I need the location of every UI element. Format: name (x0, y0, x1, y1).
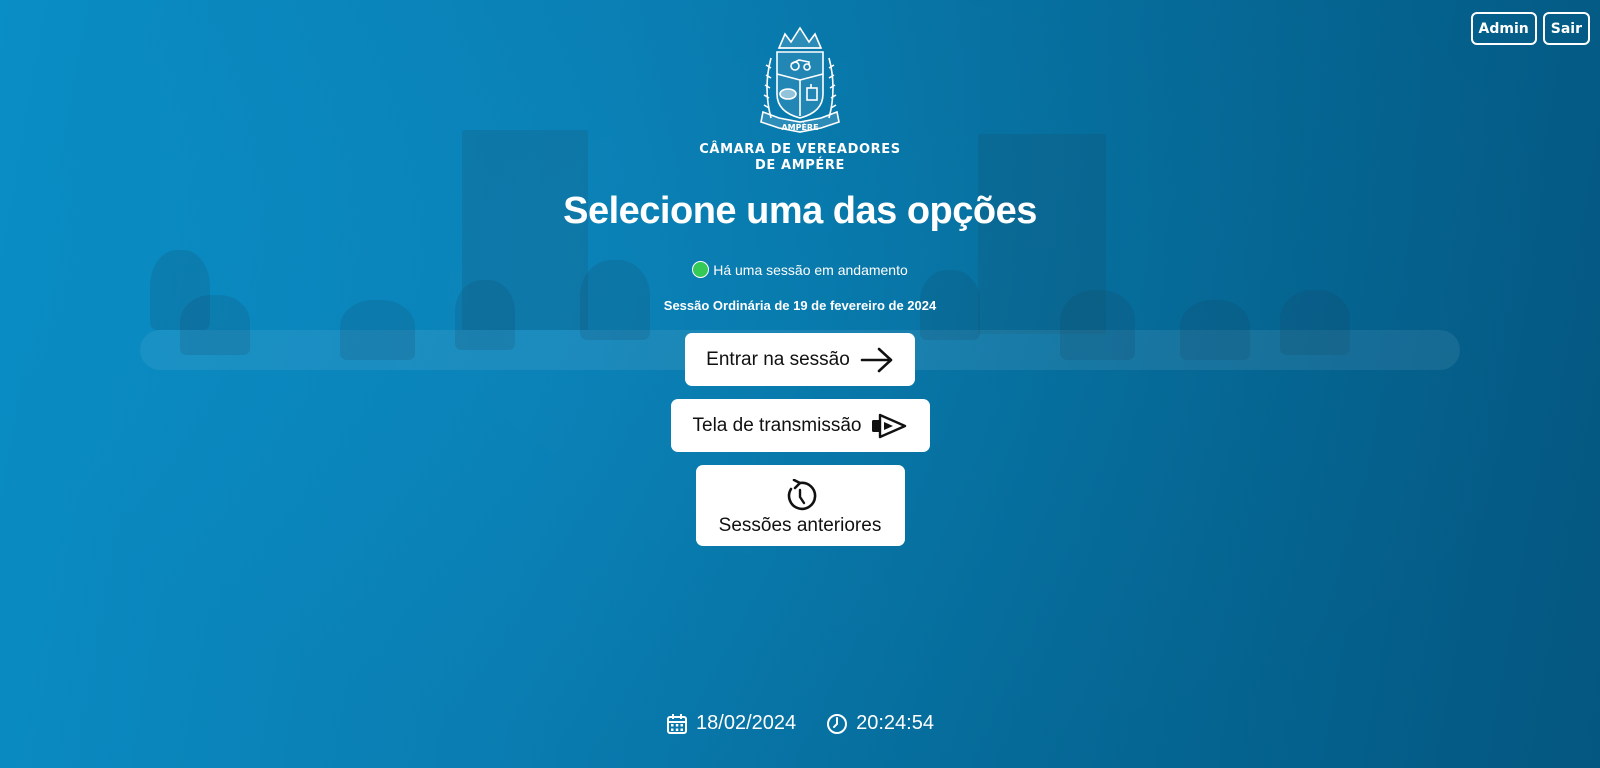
calendar-icon (667, 713, 688, 734)
current-time: 20:24:54 (826, 712, 934, 735)
previous-sessions-label: Sessões anteriores (718, 514, 882, 536)
organization-name-line2: DE AMPÉRE (755, 158, 845, 173)
organization-name: CÂMARA DE VEREADORES DE AMPÉRE (699, 142, 900, 174)
organization-name-line1: CÂMARA DE VEREADORES (699, 142, 901, 157)
crest-banner-text: AMPÈRE (781, 121, 818, 132)
session-status: Há uma sessão em andamento (692, 261, 908, 278)
enter-session-button[interactable]: Entrar na sessão (685, 333, 915, 386)
current-date: 18/02/2024 (666, 712, 796, 735)
session-name: Sessão Ordinária de 19 de fevereiro de 2… (663, 298, 937, 313)
page-title: Selecione uma das opções (563, 190, 1037, 232)
previous-sessions-button[interactable]: Sessões anteriores (695, 465, 905, 546)
main-panel: AMPÈRE CÂMARA DE VEREADORES DE AMPÉRE Se… (0, 0, 1600, 546)
arrow-right-icon (860, 347, 893, 372)
footer: 18/02/2024 20:24:54 (0, 712, 1600, 735)
camera-play-icon (872, 413, 907, 438)
history-icon (787, 478, 817, 510)
current-date-text: 18/02/2024 (696, 712, 797, 734)
status-indicator-icon (692, 261, 710, 278)
clock-icon (827, 713, 848, 734)
broadcast-screen-label: Tela de transmissão (692, 414, 862, 436)
coat-of-arms-logo: AMPÈRE (760, 26, 840, 133)
status-text: Há uma sessão em andamento (713, 261, 908, 278)
enter-session-label: Entrar na sessão (706, 348, 850, 370)
current-time-text: 20:24:54 (856, 712, 934, 734)
broadcast-screen-button[interactable]: Tela de transmissão (670, 399, 930, 452)
